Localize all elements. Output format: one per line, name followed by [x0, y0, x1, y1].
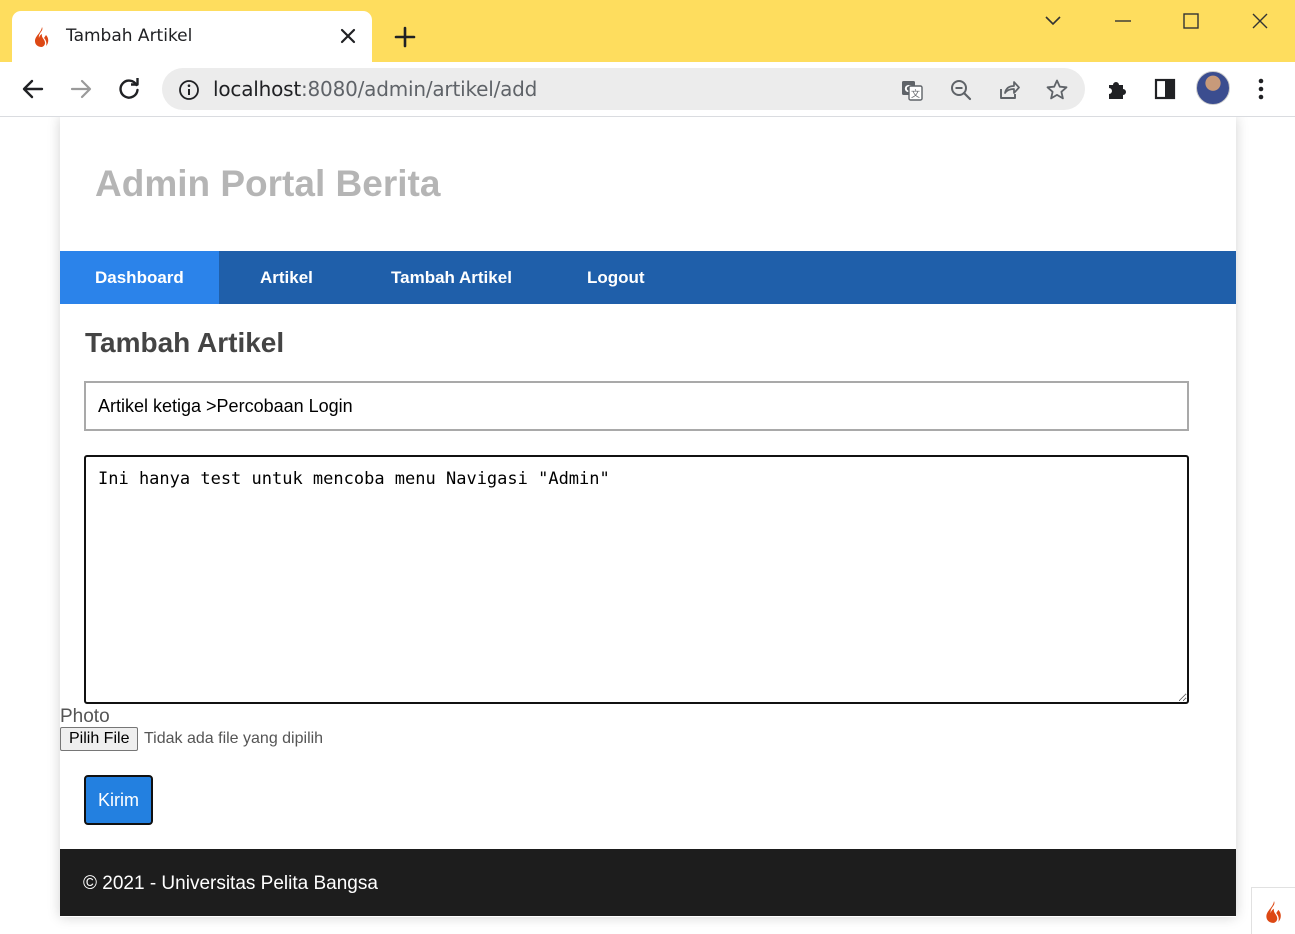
info-icon[interactable] — [178, 79, 200, 101]
footer-copyright: © 2021 - Universitas Pelita Bangsa — [83, 873, 378, 894]
judul-input[interactable] — [84, 381, 1189, 431]
submit-button[interactable]: Kirim — [84, 775, 153, 825]
window-close-icon[interactable] — [1247, 8, 1273, 34]
page-title: Tambah Artikel — [85, 327, 285, 358]
codeigniter-flame-icon — [1266, 901, 1281, 923]
minimize-icon[interactable] — [1110, 8, 1136, 34]
profile-avatar[interactable] — [1196, 71, 1230, 105]
photo-label: Photo — [60, 706, 110, 727]
close-icon[interactable] — [338, 26, 358, 46]
extensions-icon[interactable] — [1105, 76, 1131, 102]
page-viewport: Admin Portal Berita Dashboard Artikel Ta… — [0, 117, 1295, 934]
site-header: Admin Portal Berita — [60, 117, 1236, 251]
nav-logout[interactable]: Logout — [552, 251, 680, 304]
url-host: localhost — [213, 77, 301, 101]
choose-file-button[interactable]: Pilih File — [60, 727, 139, 751]
nav-dashboard[interactable]: Dashboard — [60, 251, 219, 304]
browser-titlebar: Tambah Artikel — [0, 0, 1295, 62]
star-icon[interactable] — [1045, 78, 1069, 102]
zoom-out-icon[interactable] — [949, 78, 973, 102]
site-title: Admin Portal Berita — [95, 163, 441, 204]
codeigniter-flame-icon — [35, 27, 49, 47]
nav-tambah-artikel[interactable]: Tambah Artikel — [356, 251, 547, 304]
url-path: :8080/admin/artikel/add — [300, 77, 538, 101]
back-arrow-icon[interactable] — [19, 75, 47, 103]
translate-icon[interactable]: G 文 — [900, 78, 924, 102]
new-tab-plus-icon[interactable] — [392, 24, 418, 50]
tab-title: Tambah Artikel — [66, 26, 193, 46]
more-menu-icon[interactable] — [1248, 76, 1274, 102]
nav-artikel[interactable]: Artikel — [225, 251, 348, 304]
browser-tab[interactable]: Tambah Artikel — [12, 11, 372, 62]
main-navbar: Dashboard Artikel Tambah Artikel Logout — [60, 251, 1236, 304]
browser-toolbar: localhost:8080/admin/artikel/add G 文 — [0, 62, 1295, 117]
reload-icon[interactable] — [115, 75, 143, 103]
forward-arrow-icon[interactable] — [67, 75, 95, 103]
url-text[interactable]: localhost:8080/admin/artikel/add — [213, 77, 537, 101]
address-bar[interactable]: localhost:8080/admin/artikel/add G 文 — [162, 68, 1085, 110]
page-container: Admin Portal Berita Dashboard Artikel Ta… — [60, 117, 1236, 917]
sidebar-icon[interactable] — [1152, 76, 1178, 102]
site-footer: © 2021 - Universitas Pelita Bangsa — [60, 849, 1236, 916]
svg-text:文: 文 — [911, 88, 920, 100]
debug-toolbar-toggle[interactable] — [1251, 887, 1295, 934]
tab-search-chevron-icon[interactable] — [1040, 8, 1066, 34]
share-icon[interactable] — [997, 78, 1021, 102]
isi-textarea[interactable]: Ini hanya test untuk mencoba menu Naviga… — [84, 455, 1189, 704]
file-status-text: Tidak ada file yang dipilih — [144, 730, 324, 747]
maximize-icon[interactable] — [1178, 8, 1204, 34]
